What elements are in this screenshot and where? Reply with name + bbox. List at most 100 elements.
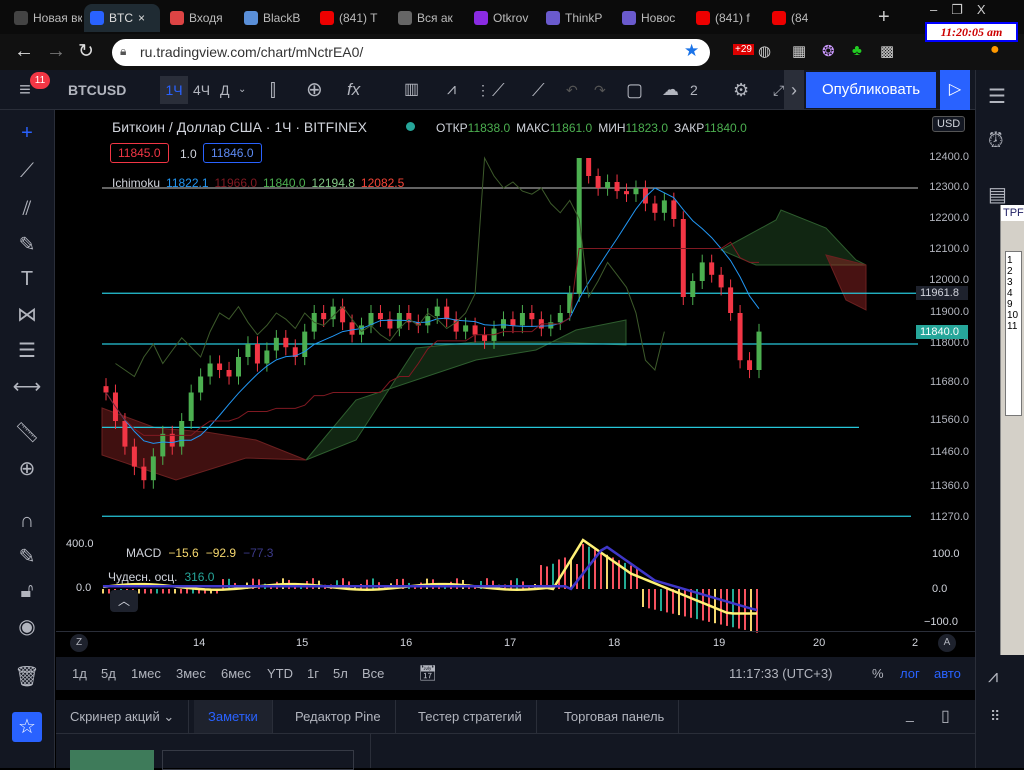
minimize-panel-icon[interactable]: _	[906, 706, 914, 722]
unlock-icon[interactable]: 🔓︎	[12, 576, 42, 606]
fullscreen-icon[interactable]: ⤢	[773, 70, 784, 110]
browser-tab[interactable]: Otkrov	[468, 4, 536, 32]
log-scale-toggle[interactable]: лог	[900, 657, 920, 690]
pattern-icon[interactable]: ⋈	[12, 300, 42, 330]
range-button[interactable]: 1мес	[131, 657, 161, 690]
settings-gear-icon[interactable]: ⚙	[733, 70, 749, 110]
layout-count[interactable]: 2	[690, 70, 698, 110]
crosshair-icon[interactable]: +	[12, 118, 42, 148]
url-input[interactable]: ru.tradingview.com/chart/mNctrEA0/	[112, 39, 710, 66]
tab-stock-screener[interactable]: Скринер акций ⌄	[56, 700, 190, 733]
browser-tab[interactable]: (84	[766, 4, 826, 32]
alert-icon[interactable]: ●	[990, 41, 1000, 59]
ruler-icon[interactable]: 📏︎	[12, 418, 42, 448]
range-button[interactable]: 5д	[101, 657, 116, 690]
magnet-icon[interactable]: ∩	[12, 506, 42, 536]
currency-label[interactable]: USD	[932, 116, 966, 132]
interval-4h[interactable]: 4Ч	[193, 70, 210, 110]
favorites-star-icon[interactable]: ☆	[12, 712, 42, 742]
lock-drawings-icon[interactable]: ✎	[12, 542, 42, 572]
tab-pine-editor[interactable]: Редактор Pine	[281, 700, 396, 733]
interval-day[interactable]: Д	[220, 70, 229, 110]
sell-price-button[interactable]: 11845.0	[110, 143, 169, 163]
text-tool-icon[interactable]: T	[12, 264, 42, 294]
browser-tab[interactable]: Вся ак	[392, 4, 464, 32]
trendline-tool-icon[interactable]: ⟋	[12, 156, 42, 186]
auto-scale-badge[interactable]: A	[938, 634, 956, 652]
widgets-icon[interactable]: ⠿	[990, 708, 1000, 725]
symbol-search[interactable]: BTCUSD	[68, 70, 126, 110]
publish-button[interactable]: Опубликовать	[806, 72, 936, 108]
tab-notes[interactable]: Заметки	[194, 700, 273, 733]
close-window-button[interactable]: X	[977, 2, 986, 18]
browser-tab[interactable]: (841) T	[314, 4, 388, 32]
search-notes-input[interactable]	[162, 750, 354, 770]
tab-strategy-tester[interactable]: Тестер стратегий	[404, 700, 537, 733]
evernote-icon[interactable]: ♣	[852, 42, 862, 59]
range-button[interactable]: 1г	[307, 657, 319, 690]
browser-tab[interactable]: Входя	[164, 4, 234, 32]
time-zone[interactable]: 11:17:33 (UTC+3)	[729, 657, 832, 690]
range-button[interactable]: YTD	[267, 657, 293, 690]
data-window-icon[interactable]: ▤	[988, 182, 1007, 207]
zoom-reset-badge[interactable]: Z	[70, 634, 88, 652]
replay-icon[interactable]: ⩘	[447, 70, 456, 110]
interval-1h[interactable]: 1Ч	[160, 76, 188, 104]
extension-blackberry-icon[interactable]: ▦	[792, 42, 806, 60]
indicators-fx-icon[interactable]: fx	[347, 70, 360, 110]
ao-legend[interactable]: Чудесн. осц. 316.0	[108, 570, 214, 584]
brush-icon[interactable]: ✎	[12, 230, 42, 260]
extension-globe-icon[interactable]: ◍	[758, 42, 771, 60]
prediction-icon[interactable]: ☰	[12, 336, 42, 366]
hotlists-icon[interactable]: ⩘	[988, 666, 998, 687]
external-tpfc-window[interactable]: TPF 1 2 3 4 9 10 11	[1000, 205, 1024, 655]
chart-pane[interactable]: Биткоин / Доллар США · 1Ч · BITFINEX ОТК…	[56, 110, 975, 655]
range-button[interactable]: Все	[362, 657, 384, 690]
back-icon[interactable]: ←	[14, 40, 34, 63]
extension-badge[interactable]: +29	[733, 44, 754, 55]
macd-legend[interactable]: MACD −15.6 −92.9 −77.3	[126, 546, 273, 560]
undo-icon[interactable]: ↶	[566, 70, 578, 110]
trash-icon[interactable]: 🗑︎	[12, 662, 42, 692]
reload-icon[interactable]: ↻	[78, 40, 94, 63]
chevron-right-icon[interactable]: ›	[784, 70, 804, 110]
range-button[interactable]: 5л	[333, 657, 348, 690]
alarm-clock-icon[interactable]: ⏰︎	[988, 130, 1004, 153]
browser-tab[interactable]: BlackB	[238, 4, 310, 32]
range-button[interactable]: 1д	[72, 657, 87, 690]
browser-tab[interactable]: ThinkP	[540, 4, 612, 32]
candle-style-icon[interactable]: ⫿	[270, 70, 276, 110]
percent-scale-toggle[interactable]: %	[872, 657, 884, 690]
new-tab-button[interactable]: +	[878, 6, 890, 29]
watchlist-icon[interactable]: ☰	[988, 84, 1006, 109]
templates-icon[interactable]: ▥	[404, 70, 419, 110]
buy-price-button[interactable]: 11846.0	[203, 143, 262, 163]
eye-icon[interactable]: ◉	[12, 612, 42, 642]
bookmark-star-icon[interactable]: ★	[684, 41, 699, 61]
qr-icon[interactable]: ▩	[880, 42, 894, 60]
tab-trading-panel[interactable]: Торговая панель	[550, 700, 680, 733]
goto-date-icon[interactable]: 📅︎	[418, 657, 437, 690]
browser-tab[interactable]: (841) f	[690, 4, 762, 32]
line-tool-icon[interactable]: ⟋	[532, 70, 545, 110]
range-button[interactable]: 6мес	[221, 657, 251, 690]
auto-scale-toggle[interactable]: авто	[934, 657, 961, 690]
drag-handle-icon[interactable]: ⋮	[476, 70, 490, 110]
maximize-panel-icon[interactable]: ▯	[941, 706, 950, 726]
forward-icon[interactable]: →	[46, 40, 66, 63]
notification-badge[interactable]: 11	[30, 72, 50, 89]
browser-tab[interactable]: Новая вкла	[8, 4, 82, 32]
range-button[interactable]: 3мес	[176, 657, 206, 690]
extension-wheel-icon[interactable]: ❂	[822, 42, 835, 60]
chevron-down-icon[interactable]: ⌄	[238, 70, 246, 110]
cloud-icon[interactable]: ☁	[662, 70, 679, 110]
ichimoku-legend[interactable]: Ichimoku 11822.1 11966.0 11840.0 12194.8 120…	[112, 176, 404, 190]
zoom-in-icon[interactable]: ⊕	[12, 454, 42, 484]
browser-tab[interactable]: BTC ×	[84, 4, 160, 32]
pitchfork-icon[interactable]: ⫽	[12, 194, 42, 224]
compare-plus-icon[interactable]: ⊕	[306, 70, 323, 110]
play-icon[interactable]: ▷	[940, 70, 970, 110]
maximize-button[interactable]: ❐	[951, 2, 963, 18]
layout-square-icon[interactable]: ▢	[626, 70, 643, 110]
redo-icon[interactable]: ↷	[594, 70, 606, 110]
